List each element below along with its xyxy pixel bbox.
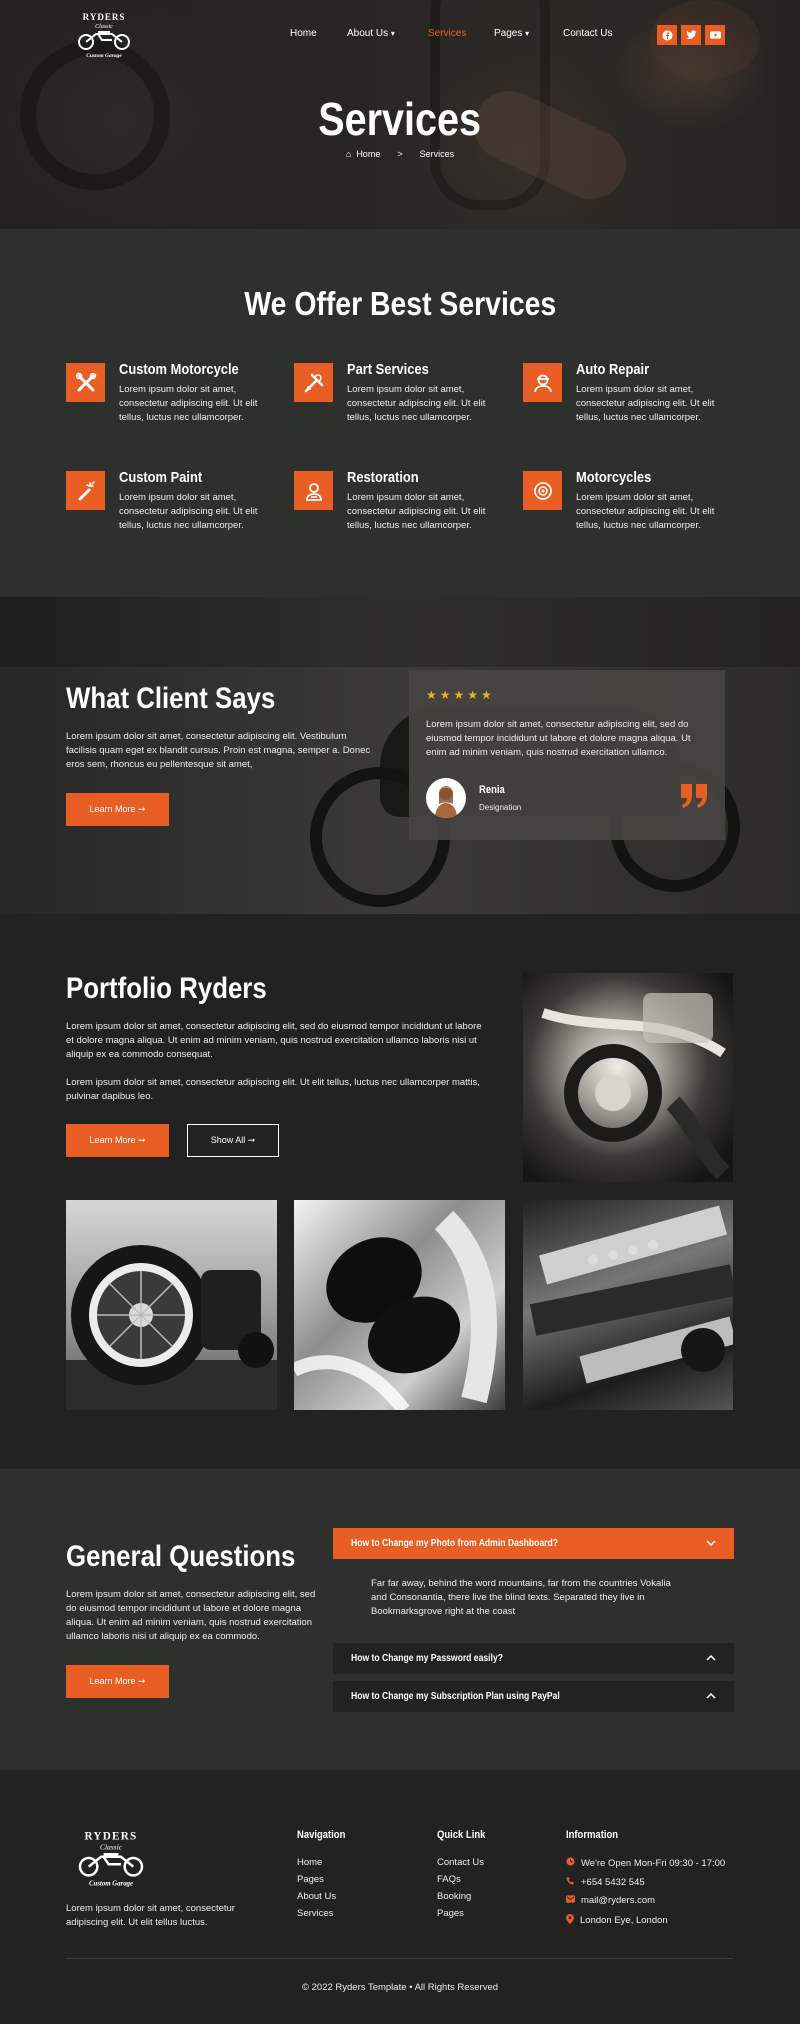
learn-more-button[interactable]: Learn More ➞ (66, 1665, 169, 1698)
chevron-down-icon (706, 1538, 716, 1549)
mechanic-icon (523, 363, 562, 402)
service-title: Auto Repair (576, 361, 650, 378)
svg-text:Classic: Classic (100, 1842, 123, 1851)
footer-link[interactable]: Home (297, 1857, 322, 1868)
footer-desc: Lorem ipsum dolor sit amet, consectetur … (66, 1903, 235, 1928)
svg-text:Classic: Classic (95, 24, 113, 30)
faq-item-3[interactable]: How to Change my Subscription Plan using… (333, 1681, 734, 1712)
service-title: Motorcycles (576, 469, 652, 486)
chevron-up-icon (706, 1653, 716, 1664)
service-desc: Lorem ipsum dolor sit amet, consectetur … (347, 384, 486, 423)
footer-logo[interactable]: RYDERS Classic Custom Garage (66, 1827, 156, 1889)
testimonial-quote: Lorem ipsum dolor sit amet, consectetur … (426, 719, 691, 758)
twitter-icon[interactable] (681, 25, 701, 45)
testimonial-title: What Client Says (66, 682, 276, 715)
nav-pages[interactable]: Pages ▾ (494, 28, 529, 39)
footer-heading-information: Information (566, 1829, 619, 1841)
social-links (657, 25, 725, 45)
service-desc: Lorem ipsum dolor sit amet, consectetur … (576, 492, 715, 531)
footer-link[interactable]: Services (297, 1908, 333, 1919)
logo[interactable]: RYDERS Classic Custom Garage (68, 10, 140, 60)
copyright: © 2022 Ryders Template • All Rights Rese… (301, 1982, 499, 1993)
facebook-icon[interactable] (657, 25, 677, 45)
faq-item-2[interactable]: How to Change my Password easily? (333, 1643, 734, 1674)
page-title: Services (318, 93, 482, 145)
service-desc: Lorem ipsum dolor sit amet, consectetur … (119, 492, 258, 531)
faq-desc: Lorem ipsum dolor sit amet, consectetur … (66, 1589, 316, 1642)
rating-stars-icon: ★★★★★ (426, 688, 495, 702)
info-phone[interactable]: +654 5432 545 (566, 1876, 645, 1888)
testimonial-card: ★★★★★ Lorem ipsum dolor sit amet, consec… (409, 670, 725, 840)
faq-question: How to Change my Password easily? (351, 1653, 503, 1664)
engine-icon (294, 471, 333, 510)
service-title: Custom Motorcycle (119, 361, 239, 378)
footer-heading-navigation: Navigation (297, 1829, 346, 1841)
footer-link[interactable]: Contact Us (437, 1857, 484, 1868)
faq-item-1[interactable]: How to Change my Photo from Admin Dashbo… (333, 1528, 734, 1559)
svg-text:Custom Garage: Custom Garage (86, 53, 122, 59)
footer-link[interactable]: Booking (437, 1891, 471, 1902)
wrench-cross-icon (66, 363, 105, 402)
show-all-button[interactable]: Show All ➞ (187, 1124, 279, 1157)
nav-services[interactable]: Services (428, 28, 466, 39)
portfolio-paragraph-1: Lorem ipsum dolor sit amet, consectetur … (66, 1021, 482, 1060)
phone-icon (566, 1876, 575, 1888)
service-desc: Lorem ipsum dolor sit amet, consectetur … (576, 384, 715, 423)
footer-link[interactable]: Pages (437, 1908, 464, 1919)
footer-link[interactable]: About Us (297, 1891, 336, 1902)
portfolio-paragraph-2: Lorem ipsum dolor sit amet, consectetur … (66, 1077, 480, 1102)
spray-icon (66, 471, 105, 510)
service-desc: Lorem ipsum dolor sit amet, consectetur … (347, 492, 486, 531)
breadcrumb-separator: > (397, 149, 403, 159)
info-location: London Eye, London (566, 1914, 668, 1927)
info-hours: We're Open Mon-Fri 09:30 - 17:00 (566, 1857, 725, 1869)
nav-home[interactable]: Home (290, 28, 317, 39)
nav-contact-us[interactable]: Contact Us (563, 28, 612, 39)
breadcrumb-home[interactable]: Home (356, 149, 380, 159)
svg-text:RYDERS: RYDERS (85, 1830, 138, 1842)
chevron-down-icon: ▾ (525, 29, 530, 38)
client-name: Renia (479, 784, 505, 796)
client-role: Designation (479, 803, 522, 812)
faq-question: How to Change my Subscription Plan using… (351, 1691, 560, 1702)
location-pin-icon (566, 1914, 574, 1927)
mail-icon (566, 1895, 575, 1906)
portfolio-image-engine[interactable] (523, 973, 733, 1182)
svg-text:RYDERS: RYDERS (83, 12, 126, 22)
testimonial-desc: Lorem ipsum dolor sit amet, consectetur … (66, 731, 371, 770)
portfolio-image-pipes[interactable] (523, 1200, 733, 1410)
breadcrumb: ⌂ Home > Services (0, 149, 800, 159)
service-title: Custom Paint (119, 469, 203, 486)
faq-answer: Far far away, behind the word mountains,… (371, 1578, 671, 1617)
chevron-up-icon (706, 1691, 716, 1702)
info-email[interactable]: mail@ryders.com (566, 1895, 655, 1906)
tools-icon (294, 363, 333, 402)
service-desc: Lorem ipsum dolor sit amet, consectetur … (119, 384, 258, 423)
portfolio-image-wheel[interactable] (66, 1200, 277, 1410)
breadcrumb-current: Services (419, 149, 455, 159)
services-title: We Offer Best Services (244, 285, 556, 322)
footer-link[interactable]: FAQs (437, 1874, 461, 1885)
svg-text:Custom Garage: Custom Garage (89, 1880, 133, 1887)
faq-question: How to Change my Photo from Admin Dashbo… (351, 1538, 559, 1549)
quote-icon (679, 784, 709, 813)
learn-more-button[interactable]: Learn More ➞ (66, 1124, 169, 1157)
wheel-icon (523, 471, 562, 510)
portfolio-title: Portfolio Ryders (66, 972, 267, 1005)
footer-divider (66, 1958, 733, 1959)
portfolio-image-exhaust[interactable] (294, 1200, 505, 1410)
youtube-icon[interactable] (705, 25, 725, 45)
learn-more-button[interactable]: Learn More ➞ (66, 793, 169, 826)
service-title: Restoration (347, 469, 419, 486)
avatar (426, 778, 466, 818)
chevron-down-icon: ▾ (390, 29, 395, 38)
service-title: Part Services (347, 361, 429, 378)
nav-about-us[interactable]: About Us ▾ (347, 28, 395, 39)
footer-link[interactable]: Pages (297, 1874, 324, 1885)
faq-title: General Questions (66, 1540, 296, 1573)
home-icon: ⌂ (345, 149, 352, 159)
clock-icon (566, 1857, 575, 1869)
footer-heading-quick-link: Quick Link (437, 1829, 486, 1841)
